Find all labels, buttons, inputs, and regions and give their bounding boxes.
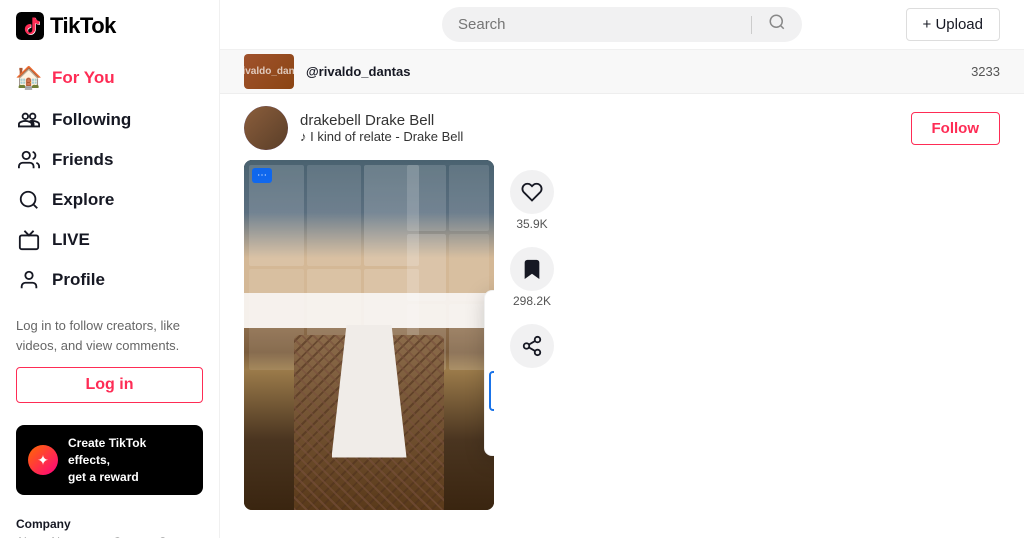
share-icon: [510, 324, 554, 368]
search-input[interactable]: [458, 16, 735, 33]
prev-video-count: 3233: [971, 64, 1000, 79]
video-container[interactable]: ⋯ Download video: [244, 160, 494, 510]
context-menu-item-send[interactable]: Send to friend: [485, 333, 494, 369]
author-username: drakebell Drake Bell: [300, 112, 463, 129]
tiktok-logo-icon: [16, 12, 44, 40]
login-description: Log in to follow creators, like videos, …: [16, 316, 203, 355]
author-info: drakebell Drake Bell ♪ I kind of relate …: [244, 106, 463, 150]
share-button[interactable]: [510, 324, 554, 368]
bookmark-count: 298.2K: [513, 294, 551, 308]
nav-menu: 🏠 For You Following Friends: [0, 56, 219, 300]
prev-video-username: @rivaldo_dantas: [306, 64, 410, 79]
create-effects-button[interactable]: ✦ Create TikTok effects, get a reward: [16, 425, 203, 495]
context-menu-item-details[interactable]: View video details: [485, 413, 494, 449]
song-info: ♪ I kind of relate - Drake Bell: [300, 129, 463, 144]
sidebar-item-label: Friends: [52, 150, 113, 170]
logo-text: TikTok: [50, 13, 116, 39]
like-count: 35.9K: [516, 217, 547, 231]
upload-button[interactable]: + Upload: [906, 8, 1000, 41]
sidebar: TikTok 🏠 For You Following: [0, 0, 220, 538]
sidebar-item-following[interactable]: Following: [0, 100, 219, 140]
prev-video-bar: @rivaldo_dantas @rivaldo_dantas 3233: [220, 50, 1024, 94]
video-with-actions: ⋯ Download video: [244, 160, 1000, 510]
video-badge: ⋯: [252, 168, 272, 183]
sidebar-item-label: Explore: [52, 190, 114, 210]
action-sidebar: 35.9K 298.2K: [510, 160, 554, 510]
sidebar-item-live[interactable]: LIVE: [0, 220, 219, 260]
bookmark-button[interactable]: 298.2K: [510, 247, 554, 308]
avatar[interactable]: [244, 106, 288, 150]
home-icon: 🏠: [16, 65, 42, 91]
login-button[interactable]: Log in: [16, 367, 203, 403]
profile-icon: [16, 269, 42, 291]
sidebar-item-friends[interactable]: Friends: [0, 140, 219, 180]
avatar-image: [244, 106, 288, 150]
sidebar-item-for-you[interactable]: 🏠 For You: [0, 56, 219, 100]
follow-button[interactable]: Follow: [911, 112, 1001, 145]
search-icon-button[interactable]: [768, 13, 786, 36]
effects-text: Create TikTok effects, get a reward: [68, 435, 191, 485]
effects-icon: ✦: [28, 445, 58, 475]
bookmark-icon: [510, 247, 554, 291]
sidebar-item-explore[interactable]: Explore: [0, 180, 219, 220]
friends-icon: [16, 149, 42, 171]
context-menu: Download video Send to friend: [484, 290, 494, 456]
sidebar-item-label: Profile: [52, 270, 105, 290]
sidebar-item-label: For You: [52, 68, 115, 88]
video-author-row: drakebell Drake Bell ♪ I kind of relate …: [244, 106, 1000, 150]
sidebar-item-label: Following: [52, 110, 131, 130]
explore-icon: [16, 189, 42, 211]
prev-video-thumbnail[interactable]: @rivaldo_dantas: [244, 54, 294, 89]
search-divider: [751, 16, 752, 34]
logo-area[interactable]: TikTok: [0, 0, 219, 56]
footer-company: Company: [16, 517, 203, 531]
like-button[interactable]: 35.9K: [510, 170, 554, 231]
main-content: + Upload @rivaldo_dantas @rivaldo_dantas…: [220, 0, 1024, 538]
context-menu-item-copy[interactable]: Copy link: [489, 371, 494, 411]
search-bar: [442, 7, 802, 42]
author-details: drakebell Drake Bell ♪ I kind of relate …: [300, 112, 463, 144]
live-icon: [16, 229, 42, 251]
video-section: drakebell Drake Bell ♪ I kind of relate …: [220, 94, 1024, 510]
video-placeholder: [244, 160, 494, 510]
sidebar-item-label: LIVE: [52, 230, 90, 250]
footer-links: Company About Newsroom Contact Careers: [0, 505, 219, 538]
sidebar-item-profile[interactable]: Profile: [0, 260, 219, 300]
following-icon: [16, 109, 42, 131]
like-icon: [510, 170, 554, 214]
prev-username-overlay: @rivaldo_dantas: [244, 64, 294, 79]
top-header: + Upload: [220, 0, 1024, 50]
context-menu-item-download[interactable]: Download video: [485, 297, 494, 333]
login-section: Log in to follow creators, like videos, …: [0, 304, 219, 415]
